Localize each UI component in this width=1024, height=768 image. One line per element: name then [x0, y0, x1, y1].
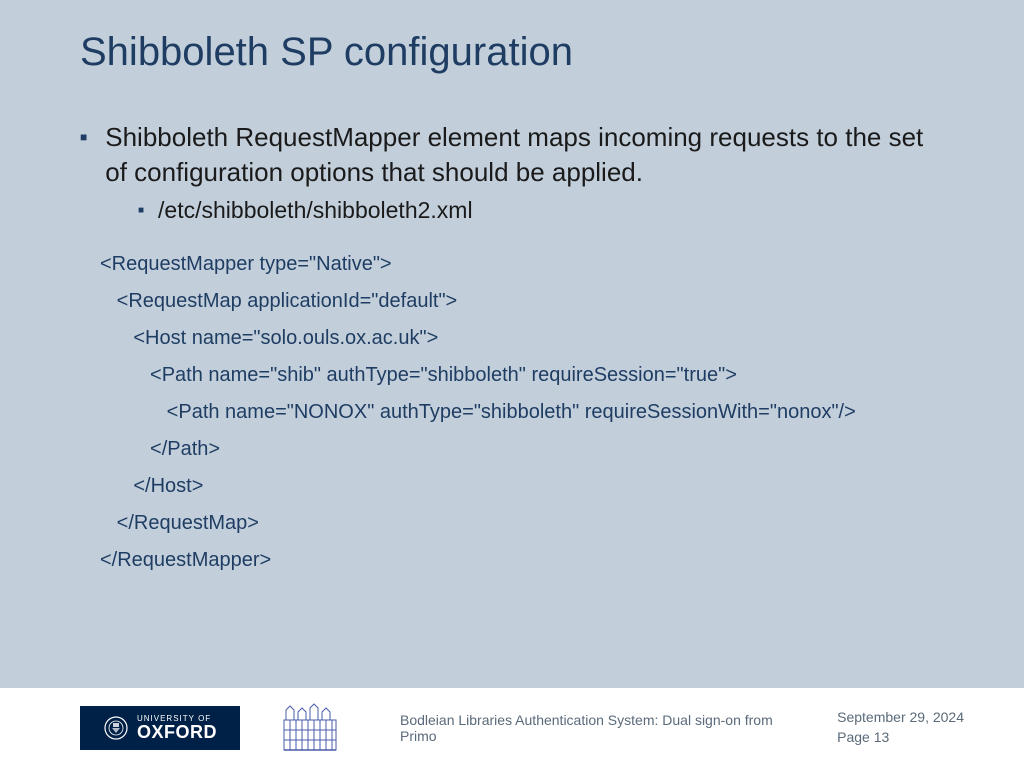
slide-title: Shibboleth SP configuration	[80, 30, 944, 75]
bodleian-logo-icon	[280, 702, 340, 754]
footer-presentation-title: Bodleian Libraries Authentication System…	[380, 712, 797, 744]
oxford-text: UNIVERSITY OF OXFORD	[137, 715, 217, 741]
footer-date: September 29, 2024	[837, 708, 964, 728]
code-line: </Host>	[100, 468, 944, 505]
bullet-item: ■ Shibboleth RequestMapper element maps …	[80, 120, 944, 190]
bullet-text: Shibboleth RequestMapper element maps in…	[105, 120, 944, 190]
code-line: </Path>	[100, 431, 944, 468]
code-line: <Path name="NONOX" authType="shibboleth"…	[100, 394, 944, 431]
oxford-logo: UNIVERSITY OF OXFORD	[80, 706, 240, 750]
oxford-name-label: OXFORD	[137, 723, 217, 741]
oxford-crest-icon	[103, 715, 129, 741]
footer-meta: September 29, 2024 Page 13	[837, 708, 984, 747]
footer-page: Page 13	[837, 728, 964, 748]
code-line: <RequestMap applicationId="default">	[100, 283, 944, 320]
bullet-marker-icon: ■	[80, 130, 87, 144]
code-line: </RequestMap>	[100, 505, 944, 542]
code-line: <Host name="solo.ouls.ox.ac.uk">	[100, 320, 944, 357]
bullet-marker-icon: ■	[138, 205, 144, 216]
footer: UNIVERSITY OF OXFORD	[0, 688, 1024, 768]
sub-bullet-item: ■ /etc/shibboleth/shibboleth2.xml	[138, 196, 944, 226]
sub-bullet-text: /etc/shibboleth/shibboleth2.xml	[158, 196, 473, 226]
code-line: <RequestMapper type="Native">	[100, 246, 944, 283]
code-line: <Path name="shib" authType="shibboleth" …	[100, 357, 944, 394]
code-line: </RequestMapper>	[100, 542, 944, 579]
content-area: Shibboleth SP configuration ■ Shibboleth…	[0, 0, 1024, 688]
slide: Shibboleth SP configuration ■ Shibboleth…	[0, 0, 1024, 768]
code-block: <RequestMapper type="Native"> <RequestMa…	[100, 246, 944, 579]
